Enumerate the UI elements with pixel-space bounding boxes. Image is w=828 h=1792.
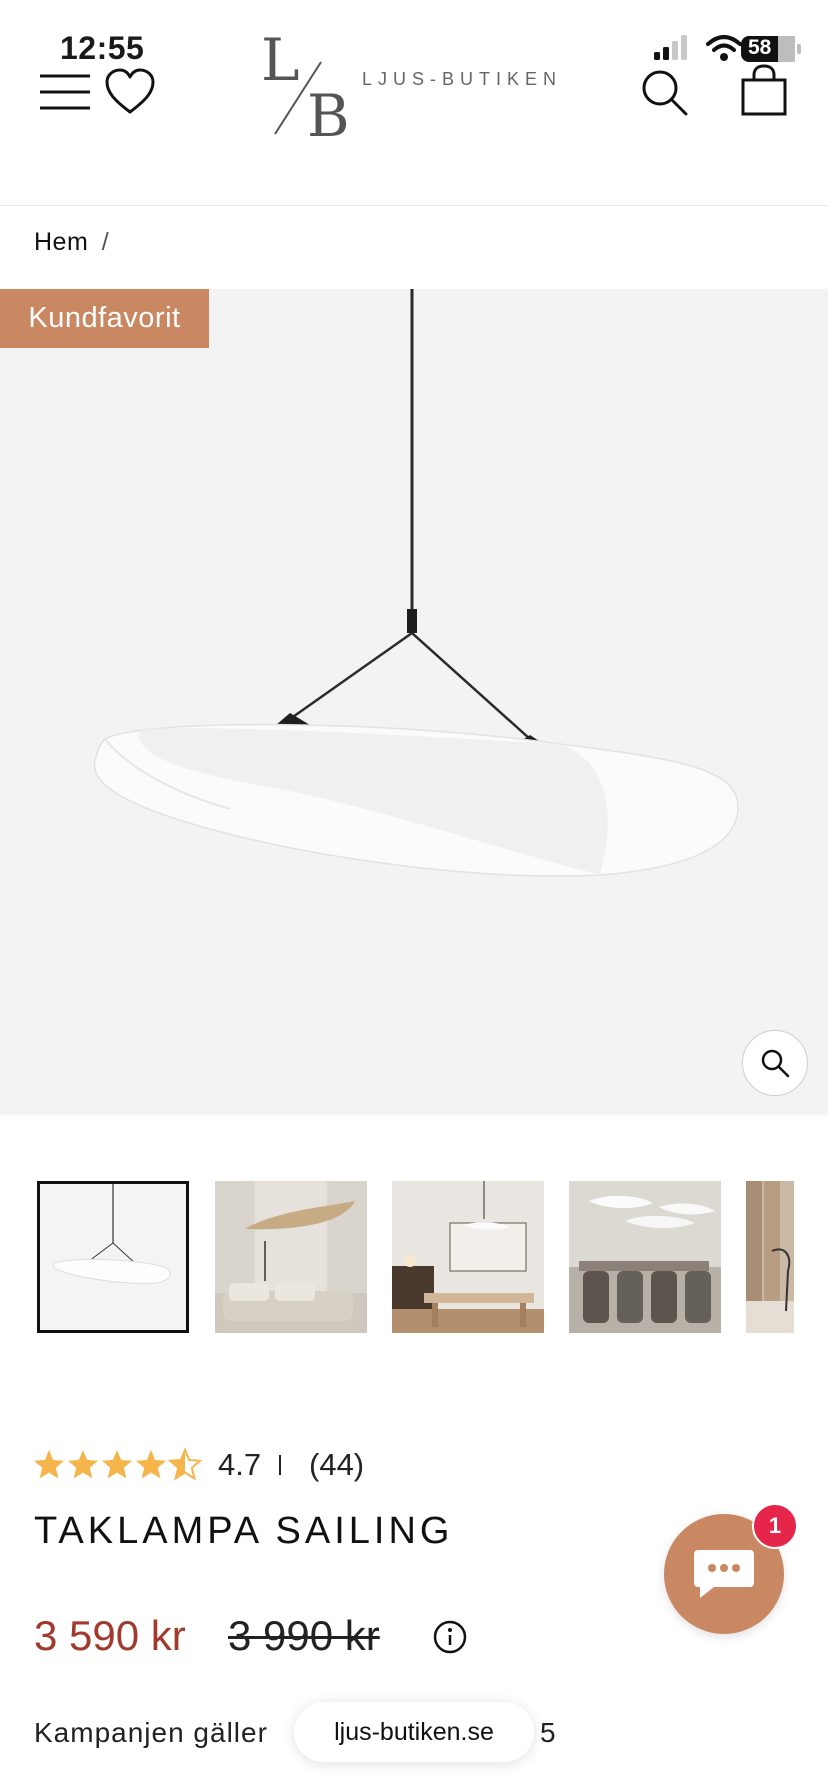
thumbnail-3[interactable] (392, 1181, 544, 1333)
chat-unread-badge: 1 (752, 1503, 798, 1549)
logo-monogram-bottom: B (307, 82, 350, 150)
header-divider (0, 205, 828, 206)
info-icon[interactable] (432, 1619, 468, 1655)
browser-url-bar[interactable]: ljus-butiken.se (294, 1702, 534, 1762)
star-icon (68, 1450, 98, 1479)
original-price: 3 990 kr (228, 1612, 380, 1659)
breadcrumb-home-link[interactable]: Hem (34, 228, 88, 256)
thumbnail-4[interactable] (569, 1181, 721, 1333)
chat-icon (694, 1550, 754, 1598)
cellular-signal-icon (654, 35, 687, 60)
thumbnail-1[interactable] (37, 1181, 189, 1333)
status-time: 12:55 (60, 30, 145, 66)
star-icon (136, 1450, 166, 1479)
search-icon[interactable] (640, 68, 688, 116)
product-hero-image[interactable] (0, 289, 828, 1115)
brand-logo[interactable]: L B LJUS-BUTIKEN (255, 26, 575, 150)
wifi-icon (706, 35, 742, 61)
bag-icon[interactable] (740, 64, 788, 116)
thumbnail-5[interactable] (746, 1181, 794, 1333)
zoom-icon (761, 1049, 790, 1078)
thumb-dining-room (392, 1181, 544, 1333)
review-count[interactable]: (44) (309, 1447, 364, 1483)
zoom-button[interactable] (742, 1030, 808, 1096)
heart-icon[interactable] (104, 68, 156, 116)
rating-value: 4.7 (218, 1447, 262, 1482)
kundfavorit-badge: Kundfavorit (0, 289, 209, 348)
campaign-text: Kampanjen gäller (34, 1717, 268, 1748)
product-title: TAKLAMPA SAILING (34, 1510, 454, 1552)
campaign-end-text: 5 (540, 1717, 556, 1748)
thumbnail-2[interactable] (215, 1181, 367, 1333)
battery-level: 58 (748, 36, 772, 59)
breadcrumb-separator: / (101, 228, 110, 256)
breadcrumb: Hem / (34, 228, 109, 257)
logo-wordmark: LJUS-BUTIKEN (362, 69, 563, 89)
battery-indicator: 58 (740, 34, 822, 64)
thumb-living-room (215, 1181, 367, 1333)
menu-icon[interactable] (38, 72, 92, 112)
thumb-pendant-white (37, 1181, 189, 1333)
star-icon (34, 1450, 64, 1479)
rating-stars[interactable] (32, 1448, 204, 1482)
browser-url: ljus-butiken.se (334, 1717, 494, 1746)
rating-separator (279, 1455, 281, 1475)
pendant-lamp-illustration (93, 289, 739, 877)
thumb-dining-set (569, 1181, 721, 1333)
thumb-partial (746, 1181, 794, 1333)
sale-price: 3 590 kr (34, 1612, 186, 1659)
star-icon (102, 1450, 132, 1479)
